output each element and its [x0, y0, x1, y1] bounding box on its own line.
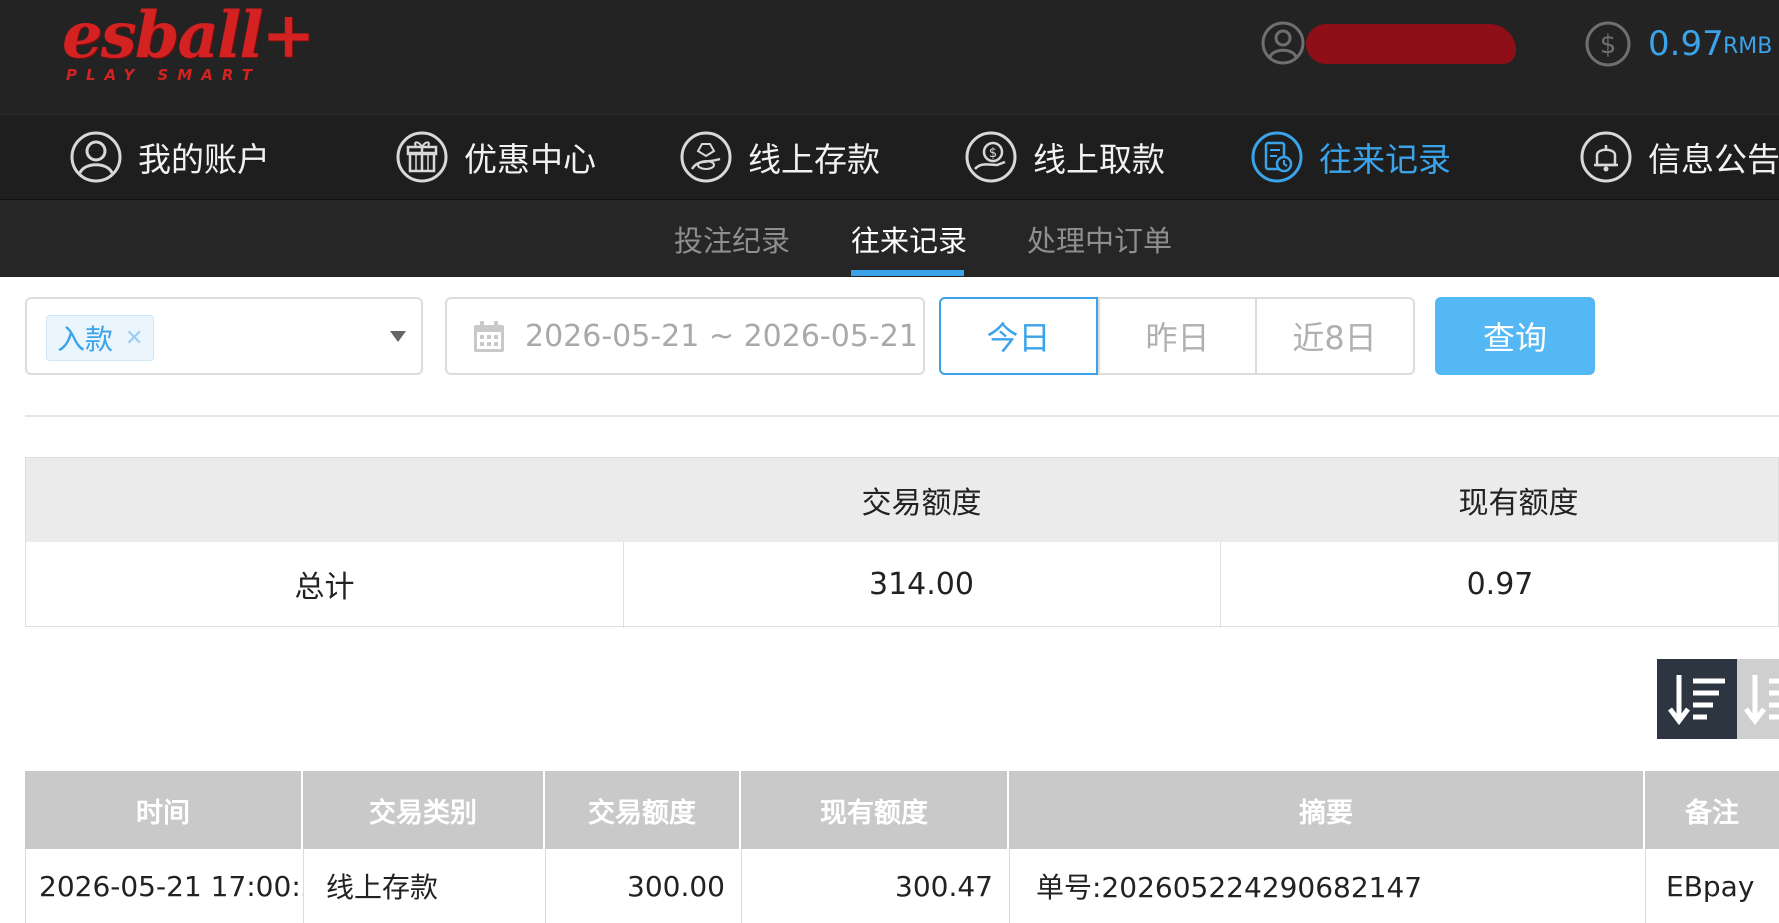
nav-item-online-deposit[interactable]: 线上存款 [678, 129, 880, 185]
logo-wordmark: esball+ [62, 0, 315, 73]
nav-item-promotions[interactable]: 优惠中心 [394, 129, 596, 185]
column-header-type[interactable]: 交易类别 [303, 771, 545, 849]
chevron-down-icon[interactable] [390, 331, 406, 342]
column-header-amount[interactable]: 交易额度 [545, 771, 741, 849]
summary-header-empty [26, 458, 623, 542]
nav-item-online-withdraw[interactable]: $ 线上取款 [963, 129, 1165, 185]
sort-desc-button[interactable] [1657, 659, 1737, 739]
tab-pending-orders[interactable]: 处理中订单 [1027, 218, 1172, 260]
records-table: 时间 交易类别 交易额度 现有额度 摘要 备注 2026-05-21 17:00… [25, 771, 1779, 923]
user-avatar-icon[interactable] [1260, 20, 1306, 66]
summary-transaction-total: 314.00 [869, 566, 974, 602]
nav-item-transaction-records[interactable]: 往来记录 [1249, 129, 1451, 185]
cell-note: EBpay [1666, 869, 1755, 903]
dollar-coin-icon: $ [1585, 21, 1631, 67]
balance-currency: RMB [1723, 34, 1773, 59]
nav-item-my-account[interactable]: 我的账户 [68, 129, 270, 185]
svg-text:$: $ [1600, 30, 1617, 60]
today-button[interactable]: 今日 [939, 297, 1098, 375]
cell-balance: 300.47 [742, 849, 1010, 923]
yesterday-button[interactable]: 昨日 [1098, 299, 1255, 373]
tab-bet-records[interactable]: 投注纪录 [674, 218, 790, 260]
divider [25, 415, 1779, 417]
withdraw-icon: $ [965, 131, 1017, 183]
main-nav: 我的账户 优惠中心 线上存款 $ 线上取款 往来记录 信息公告 [0, 114, 1779, 201]
query-button[interactable]: 查询 [1435, 297, 1595, 375]
sub-nav: 投注纪录 往来记录 处理中订单 [0, 200, 1779, 277]
column-header-balance[interactable]: 现有额度 [741, 771, 1009, 849]
table-row[interactable]: 2026-05-21 17:00:30 线上存款 300.00 300.47 单… [25, 849, 1779, 923]
logo-tagline: PLAY SMART [66, 66, 261, 84]
deposit-icon [680, 131, 732, 183]
user-circle-icon [70, 131, 122, 183]
sort-ascending-icon [1744, 675, 1779, 726]
nav-label: 信息公告 [1648, 140, 1779, 179]
sort-asc-button[interactable] [1737, 659, 1779, 739]
date-range-value: 2026-05-21 ~ 2026-05-21 [525, 319, 918, 354]
close-icon[interactable]: ✕ [125, 326, 143, 351]
nav-label: 优惠中心 [464, 140, 596, 179]
transaction-type-select[interactable]: 入款 ✕ [25, 297, 423, 375]
column-header-time[interactable]: 时间 [25, 771, 303, 849]
column-header-note[interactable]: 备注 [1645, 771, 1779, 849]
summary-table: 交易额度 现有额度 总计 314.00 0.97 [25, 457, 1779, 628]
balance-amount: 0.97 [1648, 24, 1724, 64]
summary-total-label: 总计 [294, 570, 355, 605]
bell-icon [1580, 131, 1632, 183]
nav-item-announcements[interactable]: 信息公告 [1578, 129, 1779, 185]
cell-type: 线上存款 [304, 849, 546, 923]
nav-label: 我的账户 [138, 140, 270, 179]
gift-icon [396, 131, 448, 183]
esball-logo[interactable]: esball+ PLAY SMART [62, 0, 315, 92]
last-8-days-button[interactable]: 近8日 [1255, 299, 1412, 373]
top-header: esball+ PLAY SMART $ 0.97 RMB [0, 0, 1779, 114]
nav-label: 线上存款 [748, 140, 880, 179]
calendar-icon [474, 321, 504, 352]
svg-text:$: $ [989, 146, 997, 161]
username-redacted [1306, 24, 1516, 64]
summary-current-balance: 0.97 [1466, 566, 1534, 602]
date-range-picker[interactable]: 2026-05-21 ~ 2026-05-21 [445, 297, 925, 375]
sort-descending-icon [1668, 675, 1725, 726]
nav-label: 线上取款 [1033, 140, 1165, 179]
cell-amount: 300.00 [546, 849, 742, 923]
tab-transaction-records[interactable]: 往来记录 [851, 218, 967, 260]
summary-header-transaction: 交易额度 [861, 486, 982, 521]
type-tag-label: 入款 [57, 323, 114, 356]
records-icon [1251, 131, 1303, 183]
cell-summary: 单号:202605224290682147 [1010, 849, 1646, 923]
column-header-summary[interactable]: 摘要 [1009, 771, 1645, 849]
summary-header-current: 现有额度 [1458, 486, 1579, 521]
active-tab-indicator [851, 270, 964, 276]
nav-label: 往来记录 [1319, 140, 1451, 179]
cell-time: 2026-05-21 17:00:30 [26, 849, 304, 923]
type-tag: 入款 ✕ [46, 315, 154, 361]
records-header: 时间 交易类别 交易额度 现有额度 摘要 备注 [25, 771, 1779, 849]
